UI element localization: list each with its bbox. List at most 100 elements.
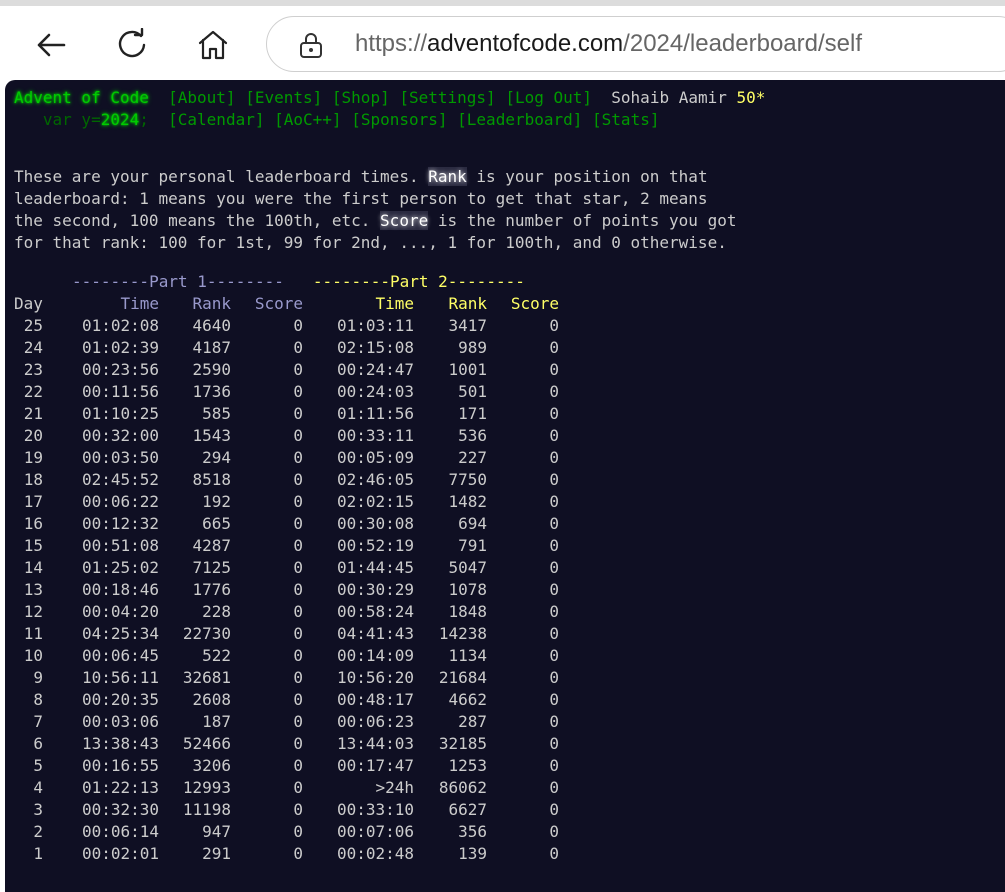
address-bar[interactable]: https://adventofcode.com/2024/leaderboar…: [266, 16, 1005, 72]
site-title[interactable]: Advent of Code: [14, 88, 149, 107]
part1-score-cell: 0: [293, 734, 303, 753]
lock-icon[interactable]: [299, 33, 323, 63]
part1-time-cell: 00:06:45: [81, 646, 159, 665]
part1-score-cell: 0: [293, 690, 303, 709]
part2-score-cell: 0: [549, 316, 559, 335]
nav-settings[interactable]: [Settings]: [399, 88, 495, 107]
table-row: 24 01:02:39 4187 0 02:15:08 989 0: [14, 337, 559, 359]
part1-rank-cell: 11198: [182, 800, 231, 819]
part2-time-cell: 00:30:08: [336, 514, 414, 533]
nav-events[interactable]: [Events]: [245, 88, 322, 107]
part1-score-cell: 0: [293, 338, 303, 357]
part1-rank-cell: 3206: [192, 756, 231, 775]
part1-time-cell: 00:20:35: [81, 690, 159, 709]
nav-stats[interactable]: [Stats]: [592, 110, 659, 129]
part2-rank-cell: 1848: [448, 602, 487, 621]
table-row: 11 04:25:34 22730 0 04:41:43 14238 0: [14, 623, 559, 645]
table-row: 20 00:32:00 1543 0 00:33:11 536 0: [14, 425, 559, 447]
part1-time-cell: 13:38:43: [81, 734, 159, 753]
day-cell: 7: [33, 712, 43, 731]
part1-score-cell: 0: [293, 536, 303, 555]
column-headers: Day Time Rank Score Time Rank Score: [14, 293, 559, 315]
table-row: 5 00:16:55 3206 0 00:17:47 1253 0: [14, 755, 559, 777]
part2-score-cell: 0: [549, 690, 559, 709]
part2-time-cell: 02:02:15: [336, 492, 414, 511]
day-cell: 21: [23, 404, 43, 423]
reload-button[interactable]: [115, 28, 149, 62]
part2-time-cell: 00:33:10: [336, 800, 414, 819]
part2-score-cell: 0: [549, 800, 559, 819]
part2-time-cell: 02:15:08: [336, 338, 414, 357]
part1-rank-cell: 8518: [192, 470, 231, 489]
part1-score-cell: 0: [293, 316, 303, 335]
table-row: 14 01:25:02 7125 0 01:44:45 5047 0: [14, 557, 559, 579]
nav-leaderboard[interactable]: [Leaderboard]: [457, 110, 582, 129]
col-score-part1: Score: [254, 294, 303, 313]
table-row: 10 00:06:45 522 0 00:14:09 1134 0: [14, 645, 559, 667]
part2-rank-cell: 791: [458, 536, 487, 555]
day-cell: 25: [23, 316, 43, 335]
part2-rank-cell: 694: [458, 514, 487, 533]
part2-score-cell: 0: [549, 646, 559, 665]
part1-rank-cell: 2590: [192, 360, 231, 379]
intro-text: These are your personal leaderboard time…: [14, 167, 429, 186]
part1-rank-cell: 228: [202, 602, 231, 621]
part1-score-cell: 0: [293, 624, 303, 643]
part1-time-cell: 10:56:11: [81, 668, 159, 687]
part1-time-cell: 01:22:13: [81, 778, 159, 797]
part2-score-cell: 0: [549, 426, 559, 445]
part1-time-cell: 00:11:56: [81, 382, 159, 401]
nav-about[interactable]: [About]: [168, 88, 235, 107]
back-button[interactable]: [34, 28, 68, 62]
day-cell: 24: [23, 338, 43, 357]
nav-shop[interactable]: [Shop]: [332, 88, 390, 107]
part2-rank-cell: 1001: [448, 360, 487, 379]
part1-rank-cell: 187: [202, 712, 231, 731]
header-row-1: Advent of Code [About] [Events] [Shop] […: [14, 87, 765, 109]
part1-time-cell: 00:32:00: [81, 426, 159, 445]
part1-time-cell: 00:32:30: [81, 800, 159, 819]
col-score-part2: Score: [510, 294, 559, 313]
part1-score-cell: 0: [293, 558, 303, 577]
nav-log-out[interactable]: [Log Out]: [505, 88, 592, 107]
url-text[interactable]: https://adventofcode.com/2024/leaderboar…: [355, 30, 862, 58]
part2-time-cell: 13:44:03: [336, 734, 414, 753]
table-row: 3 00:32:30 11198 0 00:33:10 6627 0: [14, 799, 559, 821]
part1-time-cell: 00:03:50: [81, 448, 159, 467]
part2-rank-cell: 7750: [448, 470, 487, 489]
table-row: 7 00:03:06 187 0 00:06:23 287 0: [14, 711, 559, 733]
part1-time-cell: 01:02:08: [81, 316, 159, 335]
table-row: 16 00:12:32 665 0 00:30:08 694 0: [14, 513, 559, 535]
nav-aoc-plus[interactable]: [AoC++]: [274, 110, 341, 129]
part2-score-cell: 0: [549, 536, 559, 555]
intro-line-1: These are your personal leaderboard time…: [14, 166, 708, 188]
url-path: /2024/leaderboard/self: [623, 30, 863, 57]
part1-rank-cell: 665: [202, 514, 231, 533]
part1-time-cell: 00:51:08: [81, 536, 159, 555]
col-day: Day: [14, 294, 43, 313]
nav-calendar[interactable]: [Calendar]: [168, 110, 264, 129]
part2-time-cell: 10:56:20: [336, 668, 414, 687]
day-cell: 10: [23, 646, 43, 665]
event-year[interactable]: 2024: [101, 110, 140, 129]
browser-toolbar: https://adventofcode.com/2024/leaderboar…: [0, 6, 1005, 80]
part1-rank-cell: 1543: [192, 426, 231, 445]
part2-score-cell: 0: [549, 382, 559, 401]
nav-sponsors[interactable]: [Sponsors]: [351, 110, 447, 129]
part1-time-cell: 00:04:20: [81, 602, 159, 621]
part2-time-cell: 00:14:09: [336, 646, 414, 665]
part1-score-cell: 0: [293, 382, 303, 401]
part2-score-cell: 0: [549, 492, 559, 511]
part1-time-cell: 00:23:56: [81, 360, 159, 379]
day-cell: 14: [23, 558, 43, 577]
part2-time-cell: >24h: [375, 778, 414, 797]
part1-score-cell: 0: [293, 778, 303, 797]
col-time-part1: Time: [120, 294, 159, 313]
intro-text: is the number of points you got: [428, 211, 737, 230]
part1-score-cell: 0: [293, 844, 303, 863]
part2-time-cell: 00:58:24: [336, 602, 414, 621]
day-cell: 11: [23, 624, 43, 643]
home-button[interactable]: [196, 28, 230, 62]
part1-time-cell: 00:18:46: [81, 580, 159, 599]
part1-time-cell: 00:03:06: [81, 712, 159, 731]
